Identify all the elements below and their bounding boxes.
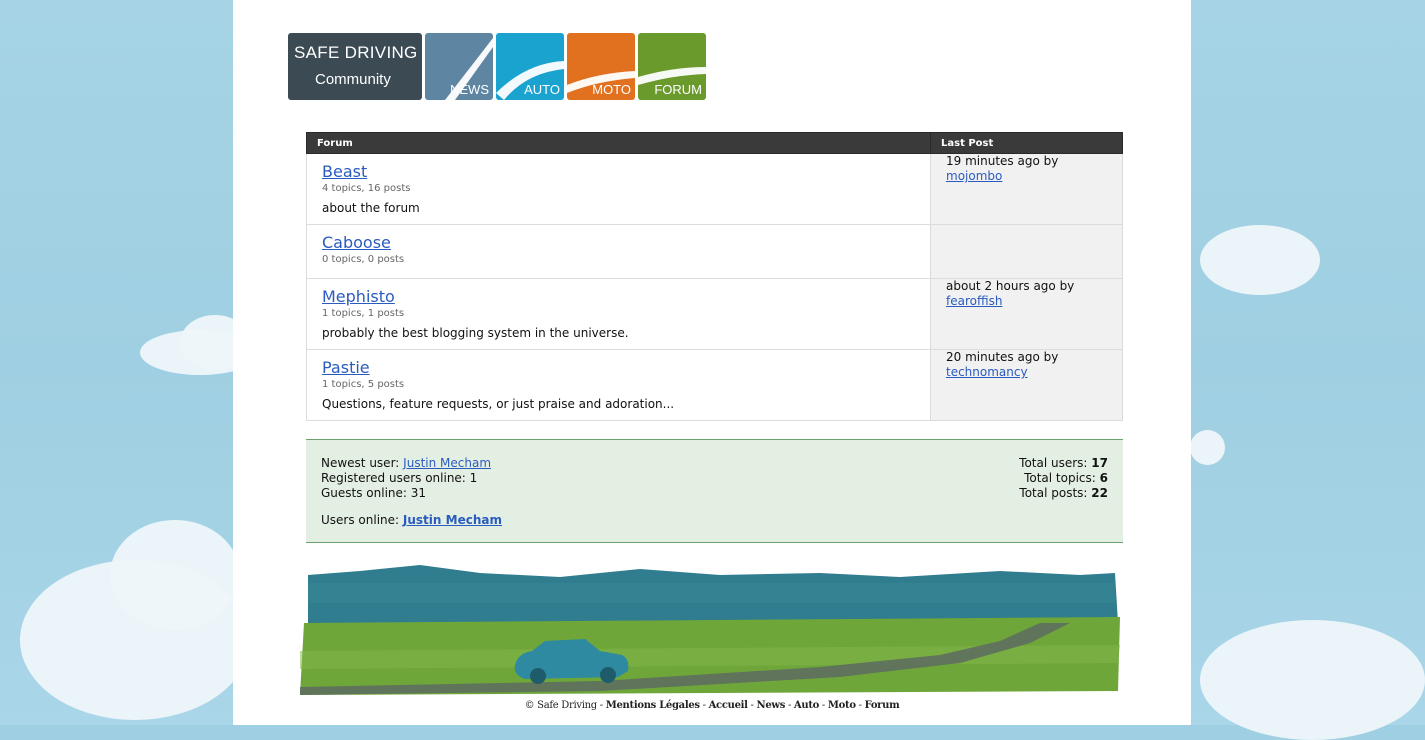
forum-link-pastie[interactable]: Pastie (322, 359, 370, 377)
landscape-illustration (300, 565, 1120, 695)
last-post-user-link[interactable]: technomancy (946, 365, 1028, 379)
total-topics-label: Total topics: (1024, 471, 1096, 485)
footer-link-accueil[interactable]: Accueil (709, 700, 748, 711)
nav-moto[interactable]: MOTO (567, 33, 635, 100)
total-posts-value: 22 (1091, 486, 1108, 500)
footer: © Safe Driving - Mentions Légales - Accu… (524, 700, 900, 711)
forum-stats: 4 topics, 16 posts (322, 183, 411, 194)
nav-moto-label: MOTO (592, 82, 631, 97)
table-row: Caboose 0 topics, 0 posts (306, 224, 1123, 279)
forum-cell: Beast 4 topics, 16 posts about the forum (306, 153, 931, 225)
last-post-cell: about 2 hours ago by fearoffish (930, 278, 1123, 350)
site-logo[interactable]: SAFE DRIVING Community NEWS AUTO MOTO FO… (288, 33, 706, 100)
last-post-cell: 19 minutes ago by mojombo (930, 153, 1123, 225)
forum-link-caboose[interactable]: Caboose (322, 234, 391, 252)
cloud-right-1 (1200, 225, 1320, 295)
footer-copyright: © Safe Driving (524, 700, 598, 711)
forum-link-beast[interactable]: Beast (322, 163, 367, 181)
last-post-cell: 20 minutes ago by technomancy (930, 349, 1123, 421)
nav-news[interactable]: NEWS (425, 33, 493, 100)
forum-table: Forum Last Post Beast 4 topics, 16 posts… (306, 132, 1123, 421)
nav-news-label: NEWS (450, 82, 489, 97)
footer-link-mentions[interactable]: Mentions Légales (606, 700, 700, 711)
last-post-user-link[interactable]: mojombo (946, 169, 1002, 183)
col-forum-header: Forum (306, 132, 931, 154)
table-row: Beast 4 topics, 16 posts about the forum… (306, 153, 1123, 225)
registered-online: Registered users online: 1 (321, 471, 478, 485)
forum-stats: 1 topics, 5 posts (322, 379, 405, 390)
table-row: Mephisto 1 topics, 1 posts probably the … (306, 278, 1123, 350)
guests-online: Guests online: 31 (321, 486, 427, 500)
cloud-right-2 (1190, 430, 1225, 465)
cloud-left-4 (110, 520, 240, 630)
logo-community[interactable]: SAFE DRIVING Community (288, 33, 422, 100)
nav-forum[interactable]: FORUM (638, 33, 706, 100)
last-post-user-link[interactable]: fearoffish (946, 294, 1002, 308)
nav-auto[interactable]: AUTO (496, 33, 564, 100)
forum-stats-panel: Newest user: Justin Mecham Registered us… (306, 439, 1123, 543)
newest-user-label: Newest user: (321, 456, 400, 470)
page-content: SAFE DRIVING Community NEWS AUTO MOTO FO… (233, 0, 1191, 725)
newest-user-link[interactable]: Justin Mecham (403, 456, 491, 470)
forum-description: probably the best blogging system in the… (322, 326, 629, 340)
last-post-cell (930, 224, 1123, 279)
total-users-label: Total users: (1019, 456, 1088, 470)
table-row: Pastie 1 topics, 5 posts Questions, feat… (306, 349, 1123, 421)
forum-cell: Mephisto 1 topics, 1 posts probably the … (306, 278, 931, 350)
footer-link-news[interactable]: News (757, 700, 786, 711)
forum-stats: 0 topics, 0 posts (322, 254, 405, 265)
nav-auto-label: AUTO (524, 82, 560, 97)
forum-description: about the forum (322, 201, 420, 215)
total-stats: Total users: 17 Total topics: 6 Total po… (1019, 456, 1108, 501)
cloud-right-3 (1200, 620, 1425, 740)
forum-cell: Pastie 1 topics, 5 posts Questions, feat… (306, 349, 931, 421)
nav-forum-label: FORUM (654, 82, 702, 97)
users-online: Users online: Justin Mecham (321, 513, 502, 527)
user-stats: Newest user: Justin Mecham Registered us… (321, 456, 491, 501)
users-online-label: Users online: (321, 513, 400, 527)
total-topics-value: 6 (1099, 471, 1108, 485)
footer-link-auto[interactable]: Auto (794, 700, 819, 711)
footer-link-moto[interactable]: Moto (828, 700, 856, 711)
col-last-post-header: Last Post (930, 132, 1123, 154)
forum-cell: Caboose 0 topics, 0 posts (306, 224, 931, 279)
last-post-time: 19 minutes ago by (946, 154, 1059, 168)
footer-link-forum[interactable]: Forum (865, 700, 900, 711)
forum-link-mephisto[interactable]: Mephisto (322, 288, 395, 306)
last-post-time: about 2 hours ago by (946, 279, 1075, 293)
last-post-time: 20 minutes ago by (946, 350, 1059, 364)
forum-description: Questions, feature requests, or just pra… (322, 397, 675, 411)
total-users-value: 17 (1091, 456, 1108, 470)
forum-stats: 1 topics, 1 posts (322, 308, 405, 319)
logo-line1: SAFE DRIVING (294, 43, 418, 62)
total-posts-label: Total posts: (1019, 486, 1088, 500)
online-user-link[interactable]: Justin Mecham (403, 513, 502, 527)
logo-line2: Community (315, 71, 391, 88)
